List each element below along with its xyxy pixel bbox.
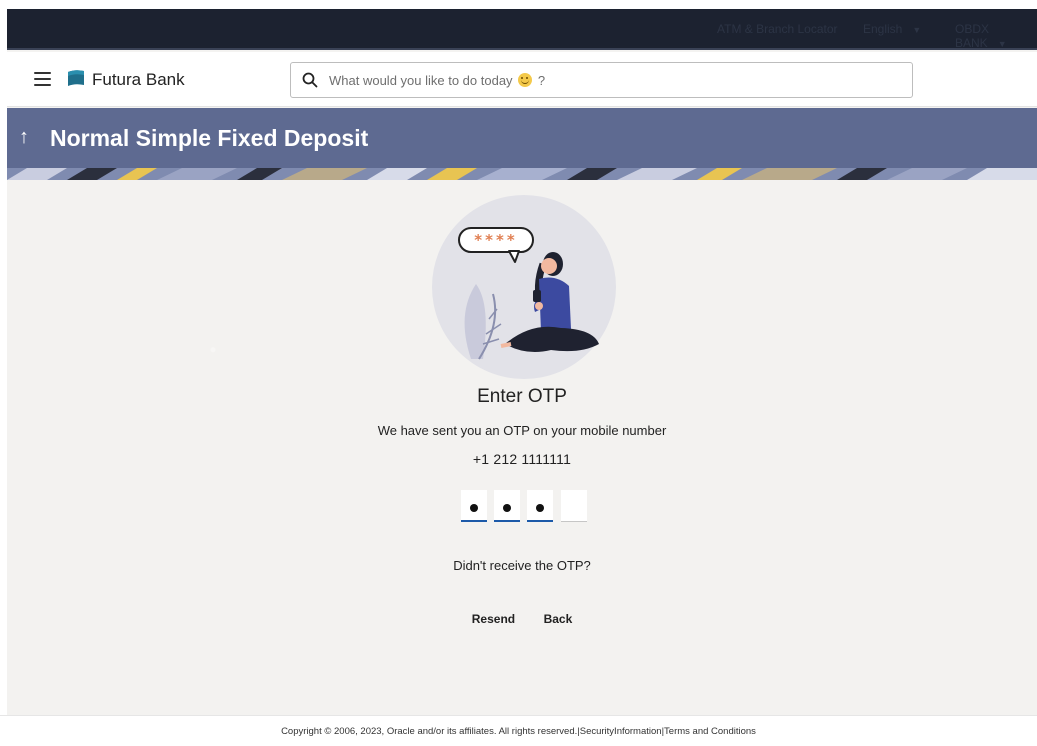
copyright-text: Copyright © 2006, 2023, Oracle and/or it… xyxy=(281,726,578,737)
smiley-icon xyxy=(518,73,533,87)
bank-logo-icon xyxy=(68,70,84,86)
terms-and-conditions-link[interactable]: Terms and Conditions xyxy=(664,726,756,737)
atm-branch-locator-link[interactable]: ATM & Branch Locator xyxy=(717,22,838,36)
main-content: **** Enter OTP We have sent you an OTP o… xyxy=(7,180,1037,746)
footer-text: Copyright © 2006, 2023, Oracle and/or it… xyxy=(281,726,756,737)
masked-digit-dot xyxy=(470,504,478,512)
language-label: English xyxy=(863,22,903,36)
decorative-pattern-strip xyxy=(7,168,1037,180)
otp-digit-1[interactable] xyxy=(461,490,487,522)
menu-icon[interactable] xyxy=(34,72,51,86)
back-arrow-icon[interactable]: ↑ xyxy=(19,126,29,149)
otp-actions: Resend Back xyxy=(7,610,1037,628)
page-title-banner: ↑ Normal Simple Fixed Deposit xyxy=(7,108,1037,180)
chevron-down-icon: ▼ xyxy=(912,25,922,35)
otp-illustration: **** xyxy=(432,195,616,379)
language-selector[interactable]: English ▼ xyxy=(863,22,921,36)
bubble-text: **** xyxy=(474,231,517,249)
user-menu[interactable]: OBDX BANK ▼ xyxy=(955,22,1037,50)
otp-digit-4[interactable] xyxy=(561,490,587,522)
brand-name[interactable]: Futura Bank xyxy=(92,70,185,90)
resend-button[interactable]: Resend xyxy=(472,612,515,626)
back-button[interactable]: Back xyxy=(544,612,573,626)
page-footer: Copyright © 2006, 2023, Oracle and/or it… xyxy=(0,715,1037,746)
top-utility-bar: ATM & Branch Locator English ▼ OBDX BANK ▼ xyxy=(7,9,1037,50)
masked-digit-dot xyxy=(536,504,544,512)
app-frame: ATM & Branch Locator English ▼ OBDX BANK ▼… xyxy=(7,9,1037,746)
otp-message: We have sent you an OTP on your mobile n… xyxy=(377,423,667,438)
user-name: OBDX BANK xyxy=(955,22,990,50)
otp-heading: Enter OTP xyxy=(477,386,567,407)
app-header: Futura Bank What would you like to do to… xyxy=(7,52,1037,107)
page-title: Normal Simple Fixed Deposit xyxy=(50,125,369,151)
otp-phone-number: +1 212 1111111 xyxy=(472,451,572,467)
search-input[interactable]: What would you like to do today ? xyxy=(290,62,913,98)
search-icon xyxy=(302,72,318,88)
otp-digit-3[interactable] xyxy=(527,490,553,522)
masked-digit-dot xyxy=(503,504,511,512)
otp-not-received-text: Didn't receive the OTP? xyxy=(453,558,591,573)
otp-digit-2[interactable] xyxy=(494,490,520,522)
chevron-down-icon: ▼ xyxy=(997,39,1007,49)
search-placeholder: What would you like to do today ? xyxy=(329,73,546,88)
security-information-link[interactable]: SecurityInformation xyxy=(580,726,662,737)
